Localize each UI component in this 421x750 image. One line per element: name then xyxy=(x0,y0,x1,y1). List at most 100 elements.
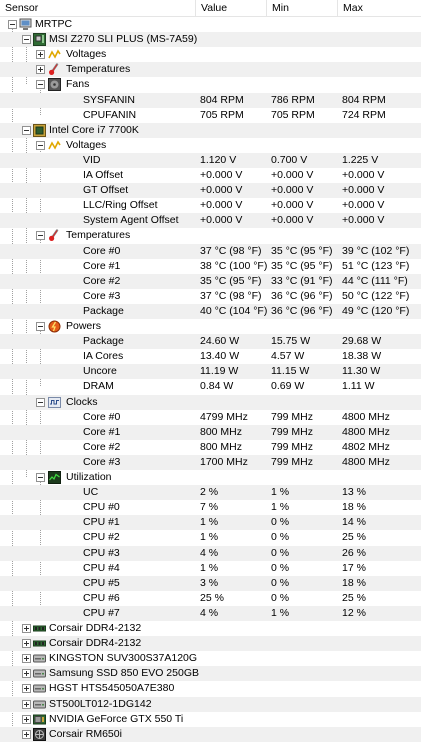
sensor-row[interactable]: IA Cores 13.40 W 4.57 W 18.38 W xyxy=(0,349,421,364)
sensor-label-core-1: Core #1 xyxy=(83,259,121,272)
collapse-icon[interactable] xyxy=(36,140,45,150)
tree-group-row[interactable]: Corsair RM650i xyxy=(0,726,421,742)
tree-group-row[interactable]: NVIDIA GeForce GTX 550 Ti xyxy=(0,712,421,727)
sensor-label-clocks: Clocks xyxy=(66,395,98,408)
sensor-max-cell: 1.11 W xyxy=(342,380,375,393)
tree-group-row[interactable]: Corsair DDR4-2132 xyxy=(0,636,421,652)
sensor-row[interactable]: Core #1 800 MHz 799 MHz 4800 MHz xyxy=(0,424,421,440)
sensor-label-core-1: Core #1 xyxy=(83,425,121,438)
sensor-row[interactable]: DRAM 0.84 W 0.69 W 1.11 W xyxy=(0,379,421,394)
column-header-sensor[interactable]: Sensor xyxy=(0,0,196,16)
tree-group-row[interactable]: HGST HTS545050A7E380 xyxy=(0,681,421,696)
sensor-row[interactable]: Core #3 37 °C (98 °F) 36 °C (96 °F) 50 °C (… xyxy=(0,289,421,304)
sensor-min-cell: 799 MHz xyxy=(271,440,314,453)
sensor-max-cell: +0.000 V xyxy=(342,184,385,197)
sensor-max-cell: 39 °C (102 °F) xyxy=(342,244,410,257)
column-header-min[interactable]: Min xyxy=(267,0,338,16)
tree-group-row[interactable]: Corsair DDR4-2132 xyxy=(0,621,421,636)
sensor-label-samsung-ssd-850-evo-250gb: Samsung SSD 850 EVO 250GB xyxy=(49,667,199,680)
sensor-value-cell: 4799 MHz xyxy=(200,410,248,423)
sensor-label-package: Package xyxy=(83,304,124,317)
tree-group-row[interactable]: Fans xyxy=(0,77,421,92)
sensor-row[interactable]: LLC/Ring Offset +0.000 V +0.000 V +0.000 V xyxy=(0,198,421,213)
collapse-icon[interactable] xyxy=(36,80,45,90)
gpu-icon xyxy=(33,713,46,726)
sensor-row[interactable]: Core #1 38 °C (100 °F) 35 °C (95 °F) 51 °C … xyxy=(0,259,421,274)
expand-icon[interactable] xyxy=(22,654,31,664)
tree-group-row[interactable]: MRTPC xyxy=(0,17,421,32)
sensor-row[interactable]: Core #3 1700 MHz 799 MHz 4800 MHz xyxy=(0,454,421,470)
column-header-max[interactable]: Max xyxy=(338,0,421,16)
sensor-row[interactable]: Core #0 4799 MHz 799 MHz 4800 MHz xyxy=(0,410,421,425)
drive-icon xyxy=(33,682,46,695)
expand-icon[interactable] xyxy=(22,714,31,724)
expand-icon[interactable] xyxy=(22,669,31,679)
sensor-row[interactable]: CPU #6 25 % 0 % 25 % xyxy=(0,591,421,606)
tree-group-row[interactable]: MSI Z270 SLI PLUS (MS-7A59) xyxy=(0,32,421,48)
tree-group-row[interactable]: Utilization xyxy=(0,470,421,485)
sensor-row[interactable]: CPU #5 3 % 0 % 18 % xyxy=(0,575,421,591)
sensor-label-cpu-7: CPU #7 xyxy=(83,606,120,619)
expand-icon[interactable] xyxy=(22,684,31,694)
sensor-row[interactable]: IA Offset +0.000 V +0.000 V +0.000 V xyxy=(0,168,421,183)
sensor-min-cell: 1 % xyxy=(271,606,290,619)
expand-icon[interactable] xyxy=(22,699,31,709)
sensor-label-sysfanin: SYSFANIN xyxy=(83,93,135,106)
expand-icon[interactable] xyxy=(22,639,31,649)
sensor-label-nvidia-geforce-gtx-550-ti: NVIDIA GeForce GTX 550 Ti xyxy=(49,712,184,725)
expand-icon[interactable] xyxy=(36,65,45,75)
tree-group-row[interactable]: Voltages xyxy=(0,138,421,153)
sensor-row[interactable]: CPU #2 1 % 0 % 25 % xyxy=(0,530,421,545)
tree-group-row[interactable]: Temperatures xyxy=(0,62,421,78)
sensor-row[interactable]: Core #2 800 MHz 799 MHz 4802 MHz xyxy=(0,440,421,455)
voltage-icon xyxy=(48,48,61,61)
sensor-row[interactable]: GT Offset +0.000 V +0.000 V +0.000 V xyxy=(0,183,421,199)
collapse-icon[interactable] xyxy=(36,473,45,482)
column-header-value[interactable]: Value xyxy=(196,0,267,16)
sensor-row[interactable]: SYSFANIN 804 RPM 786 RPM 804 RPM xyxy=(0,92,421,108)
sensor-row[interactable]: VID 1.120 V 0.700 V 1.225 V xyxy=(0,152,421,168)
expand-icon[interactable] xyxy=(22,729,31,739)
tree-group-row[interactable]: Temperatures xyxy=(0,228,421,243)
collapse-icon[interactable] xyxy=(36,397,45,407)
sensor-min-cell: 799 MHz xyxy=(271,425,314,438)
sensor-row[interactable]: CPU #3 4 % 0 % 26 % xyxy=(0,545,421,561)
sensor-row[interactable]: Core #0 37 °C (98 °F) 35 °C (95 °F) 39 °C (… xyxy=(0,243,421,259)
sensor-row[interactable]: CPU #4 1 % 0 % 17 % xyxy=(0,561,421,576)
sensor-row[interactable]: System Agent Offset +0.000 V +0.000 V +0.00… xyxy=(0,213,421,229)
collapse-icon[interactable] xyxy=(22,125,31,135)
sensor-row[interactable]: Core #2 35 °C (95 °F) 33 °C (91 °F) 44 °C (… xyxy=(0,273,421,289)
collapse-icon[interactable] xyxy=(36,231,45,241)
tree-group-row[interactable]: Clocks xyxy=(0,394,421,410)
sensor-row[interactable]: Uncore 11.19 W 11.15 W 11.30 W xyxy=(0,364,421,380)
sensor-label-mrtpc: MRTPC xyxy=(35,18,73,30)
collapse-icon[interactable] xyxy=(8,20,17,29)
sensor-value-cell: 38 °C (100 °F) xyxy=(200,259,268,272)
sensor-row[interactable]: Package 24.60 W 15.75 W 29.68 W xyxy=(0,334,421,350)
sensor-max-cell: 51 °C (123 °F) xyxy=(342,259,410,272)
sensor-row[interactable]: UC 2 % 1 % 13 % xyxy=(0,485,421,501)
sensor-max-cell: 12 % xyxy=(342,606,366,619)
sensor-row[interactable]: CPU #7 4 % 1 % 12 % xyxy=(0,605,421,621)
tree-group-row[interactable]: Voltages xyxy=(0,47,421,62)
tree-group-row[interactable]: Powers xyxy=(0,319,421,334)
drive-icon xyxy=(33,698,46,711)
expand-icon[interactable] xyxy=(22,624,31,633)
thermometer-icon xyxy=(48,63,61,76)
collapse-icon[interactable] xyxy=(36,322,45,331)
tree-group-row[interactable]: ST500LT012-1DG142 xyxy=(0,696,421,712)
sensor-max-cell: 4800 MHz xyxy=(342,455,390,468)
expand-icon[interactable] xyxy=(36,50,45,60)
sensor-row[interactable]: CPUFANIN 705 RPM 705 RPM 724 RPM xyxy=(0,108,421,123)
sensor-max-cell: 18 % xyxy=(342,576,366,589)
sensor-row[interactable]: CPU #0 7 % 1 % 18 % xyxy=(0,500,421,515)
sensor-min-cell: 35 °C (95 °F) xyxy=(271,259,333,272)
sensor-label-intel-core-i7-7700k: Intel Core i7 7700K xyxy=(49,123,139,136)
tree-group-row[interactable]: KINGSTON SUV300S37A120G xyxy=(0,651,421,666)
sensor-row[interactable]: CPU #1 1 % 0 % 14 % xyxy=(0,515,421,531)
sensor-value-cell: 11.19 W xyxy=(200,365,239,378)
tree-group-row[interactable]: Intel Core i7 7700K xyxy=(0,122,421,138)
collapse-icon[interactable] xyxy=(22,35,31,45)
sensor-row[interactable]: Package 40 °C (104 °F) 36 °C (96 °F) 49 °C … xyxy=(0,303,421,319)
tree-group-row[interactable]: Samsung SSD 850 EVO 250GB xyxy=(0,666,421,682)
